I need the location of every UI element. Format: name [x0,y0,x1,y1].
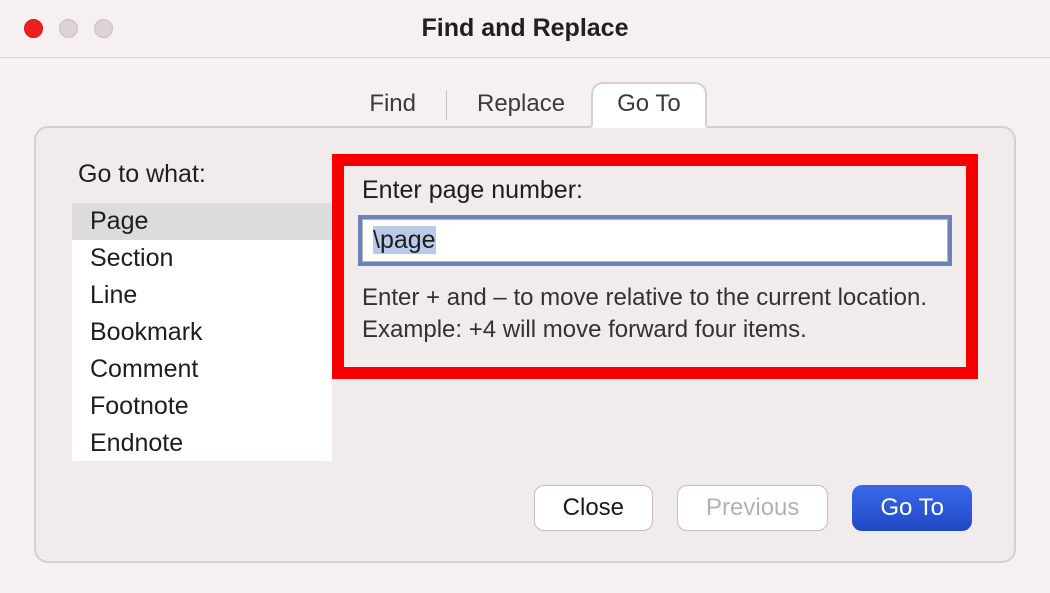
page-number-value: \page [373,226,436,254]
minimize-window-button[interactable] [59,19,78,38]
list-item-comment[interactable]: Comment [72,351,332,388]
highlight-box: Enter page number: \page Enter + and – t… [332,154,978,379]
help-text: Enter + and – to move relative to the cu… [362,282,948,347]
goto-button[interactable]: Go To [852,485,972,531]
previous-button: Previous [677,485,828,531]
list-item-footnote[interactable]: Footnote [72,388,332,425]
tab-goto[interactable]: Go To [591,82,707,128]
dialog-content: Find Replace Go To Go to what: Page Sect… [0,58,1050,593]
close-button[interactable]: Close [534,485,653,531]
list-item-section[interactable]: Section [72,240,332,277]
traffic-lights [0,19,113,38]
titlebar: Find and Replace [0,0,1050,58]
page-number-input[interactable]: \page [362,219,948,262]
page-number-label: Enter page number: [362,176,948,205]
tabs: Find Replace Go To [34,82,1016,128]
maximize-window-button[interactable] [94,19,113,38]
list-item-line[interactable]: Line [72,277,332,314]
tab-separator [446,90,447,120]
tab-replace[interactable]: Replace [451,82,591,128]
list-item-page[interactable]: Page [72,203,332,240]
panel-inner: Go to what: Page Section Line Bookmark C… [72,160,978,461]
list-item-bookmark[interactable]: Bookmark [72,314,332,351]
tab-find[interactable]: Find [343,82,442,128]
close-window-button[interactable] [24,19,43,38]
goto-what-column: Go to what: Page Section Line Bookmark C… [72,160,332,461]
goto-what-list[interactable]: Page Section Line Bookmark Comment Footn… [72,203,332,461]
panel: Go to what: Page Section Line Bookmark C… [34,126,1016,563]
window-title: Find and Replace [0,14,1050,43]
button-row: Close Previous Go To [72,485,978,531]
goto-what-label: Go to what: [78,160,332,189]
list-item-endnote[interactable]: Endnote [72,425,332,461]
goto-input-column: Enter page number: \page Enter + and – t… [332,160,978,461]
